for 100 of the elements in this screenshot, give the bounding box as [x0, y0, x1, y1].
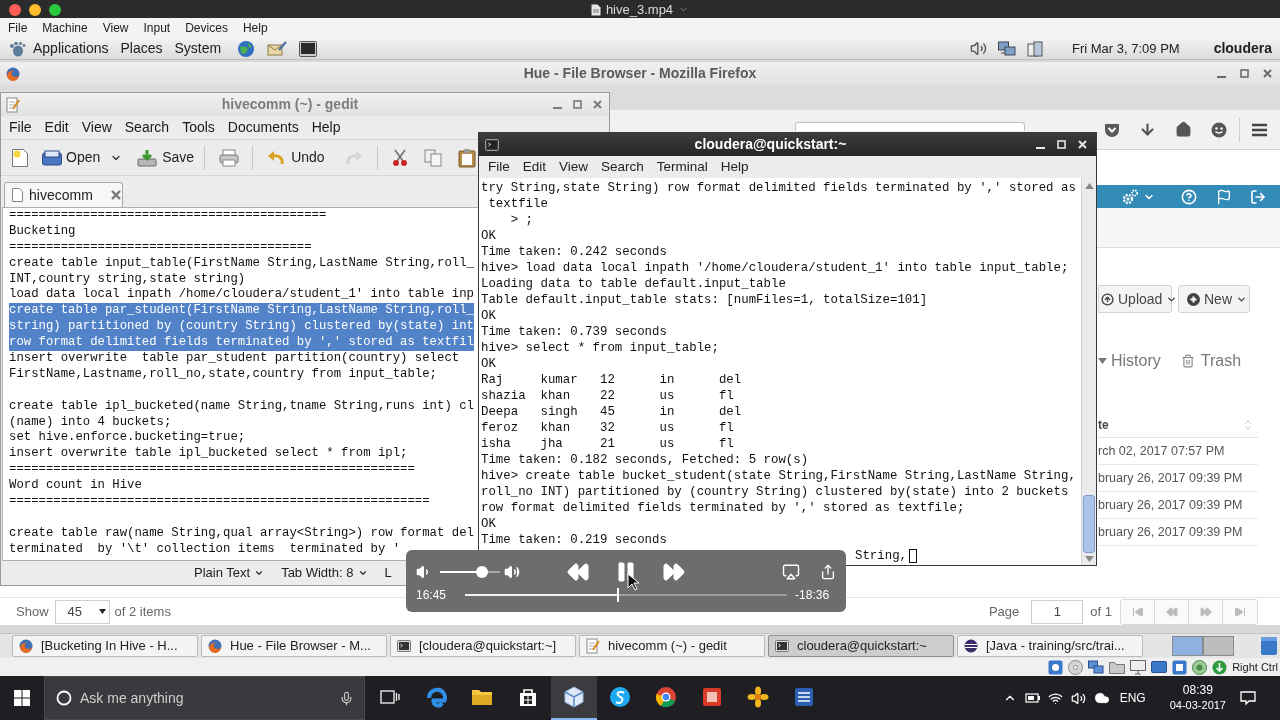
- shield-chevron-icon[interactable]: [1104, 121, 1120, 138]
- arrow-circle-icon[interactable]: [1212, 659, 1228, 675]
- new-button[interactable]: New: [1178, 285, 1250, 313]
- battery-plug-icon[interactable]: [1024, 691, 1041, 705]
- column-header[interactable]: te: [1098, 415, 1109, 434]
- upload-button[interactable]: Upload: [1098, 285, 1172, 313]
- printer-icon[interactable]: [219, 148, 240, 167]
- smiley-icon[interactable]: [1211, 121, 1227, 138]
- cloud-icon[interactable]: [1093, 690, 1110, 706]
- language-indicator[interactable]: ENG: [1119, 689, 1146, 707]
- volume-slider[interactable]: [440, 566, 500, 578]
- menu-item[interactable]: Documents: [227, 117, 299, 138]
- network-computers-icon[interactable]: [998, 40, 1016, 57]
- text-area[interactable]: [2, 207, 478, 561]
- menu-icon[interactable]: [1251, 122, 1268, 137]
- document-tab[interactable]: hivecomm: [4, 182, 123, 207]
- menu-item[interactable]: Help: [311, 117, 341, 138]
- menu-item[interactable]: Search: [601, 156, 644, 178]
- folder-icon[interactable]: [1109, 660, 1126, 674]
- scissors-icon[interactable]: [391, 148, 408, 167]
- envelope-pen-icon[interactable]: [267, 40, 288, 57]
- menu-item[interactable]: Search: [124, 117, 170, 138]
- download-icon[interactable]: [1139, 121, 1156, 138]
- rewind-icon[interactable]: [566, 560, 590, 584]
- panel-menu[interactable]: Places: [120, 38, 163, 59]
- menu-item[interactable]: Input: [143, 19, 171, 37]
- menu-item[interactable]: File: [8, 19, 28, 37]
- box-icon[interactable]: [1260, 636, 1278, 656]
- history-dropdown[interactable]: History: [1098, 349, 1161, 373]
- flag-icon[interactable]: [1216, 188, 1232, 205]
- panel-menu[interactable]: System: [174, 38, 222, 59]
- volume-high-icon[interactable]: [504, 564, 520, 580]
- record-icon[interactable]: [1192, 659, 1208, 675]
- down-arrow-icon[interactable]: [1084, 556, 1094, 562]
- open-button[interactable]: Open: [42, 147, 101, 168]
- menu-item[interactable]: File: [488, 156, 510, 178]
- search-field[interactable]: [795, 122, 1025, 131]
- show-label: Show: [16, 602, 49, 621]
- save-button[interactable]: Save: [137, 147, 195, 168]
- scrollbar[interactable]: [1081, 178, 1096, 565]
- page-count: of 1: [1090, 602, 1112, 621]
- new-document-icon[interactable]: [11, 147, 29, 168]
- speaker-icon[interactable]: [970, 40, 987, 57]
- notification-icon[interactable]: [1240, 690, 1256, 706]
- language-dropdown[interactable]: Plain Text: [194, 563, 265, 583]
- square-tile-icon[interactable]: [1172, 659, 1188, 675]
- page-size-select[interactable]: 45: [54, 599, 110, 624]
- panel-menu[interactable]: Applications: [33, 38, 109, 59]
- taskbar-window-button[interactable]: Hue - File Browser - M...: [201, 635, 387, 657]
- monitor-icon[interactable]: [1130, 659, 1147, 675]
- menu-item[interactable]: File: [9, 117, 32, 138]
- taskbar-window-button[interactable]: [Bucketing In Hive - H...: [12, 635, 198, 657]
- wifi-icon[interactable]: [1047, 690, 1063, 706]
- logout-icon[interactable]: [1250, 188, 1266, 205]
- gears-icon[interactable]: [1122, 188, 1138, 205]
- menu-item[interactable]: View: [559, 156, 589, 178]
- taskbar-window-button[interactable]: cloudera@quickstart:~: [768, 635, 954, 657]
- devices-icon[interactable]: [1027, 40, 1043, 57]
- clock-date[interactable]: 04-03-2017: [1169, 698, 1226, 713]
- fast-forward-icon[interactable]: [662, 560, 686, 584]
- microphone-icon[interactable]: [339, 690, 354, 706]
- taskbar-window-button[interactable]: hivecomm (~) - gedit: [579, 635, 765, 657]
- trash-link[interactable]: Trash: [1180, 349, 1242, 373]
- menu-item[interactable]: Help: [720, 156, 749, 178]
- menu-item[interactable]: Edit: [44, 117, 69, 138]
- page-number-field[interactable]: 1: [1031, 599, 1084, 624]
- menu-item[interactable]: Devices: [185, 19, 228, 37]
- user-name[interactable]: cloudera: [1213, 38, 1272, 59]
- menu-item[interactable]: Machine: [42, 19, 88, 37]
- taskbar-app-button[interactable]: [551, 676, 597, 720]
- tab-width-dropdown[interactable]: Tab Width: 8: [281, 563, 369, 583]
- menu-item[interactable]: Help: [242, 19, 268, 37]
- menu-item[interactable]: View: [81, 117, 112, 138]
- up-arrow-icon[interactable]: [1084, 183, 1094, 189]
- menu-item[interactable]: Edit: [522, 156, 547, 178]
- screen-cast-icon[interactable]: [782, 563, 800, 581]
- network-monitors-icon[interactable]: [1088, 659, 1105, 675]
- menu-item[interactable]: Terminal: [656, 156, 708, 178]
- code-line: load data local inpath /home/cloudera/student_1' into table inp: [9, 287, 474, 304]
- search-input[interactable]: Ask me anything: [80, 687, 339, 709]
- globe-icon[interactable]: [237, 39, 256, 58]
- taskbar-window-button[interactable]: [cloudera@quickstart:~]: [390, 635, 576, 657]
- scrollbar-thumb[interactable]: [1083, 495, 1095, 553]
- clipboard-icon[interactable]: [457, 147, 476, 168]
- search-bar[interactable]: Ask me anything: [44, 676, 365, 720]
- progress-slider[interactable]: [465, 588, 788, 602]
- menu-item[interactable]: Tools: [182, 117, 215, 138]
- speaker-icon[interactable]: [1070, 690, 1086, 706]
- dot-tile-icon[interactable]: [1048, 659, 1064, 675]
- home-icon[interactable]: [1175, 121, 1192, 138]
- help-icon[interactable]: [1181, 188, 1197, 205]
- screen-icon[interactable]: [1151, 659, 1168, 675]
- share-icon[interactable]: [820, 564, 836, 580]
- menu-item[interactable]: View: [102, 19, 129, 37]
- terminal-icon[interactable]: [299, 40, 318, 57]
- taskbar-window-button[interactable]: [Java - training/src/trai...: [957, 635, 1143, 657]
- undo-button[interactable]: Undo: [267, 147, 325, 168]
- clock-time[interactable]: 08:39: [1182, 683, 1213, 698]
- windows-logo-icon[interactable]: [14, 690, 30, 706]
- panel-clock[interactable]: Fri Mar 3, 7:09 PM: [1072, 38, 1180, 59]
